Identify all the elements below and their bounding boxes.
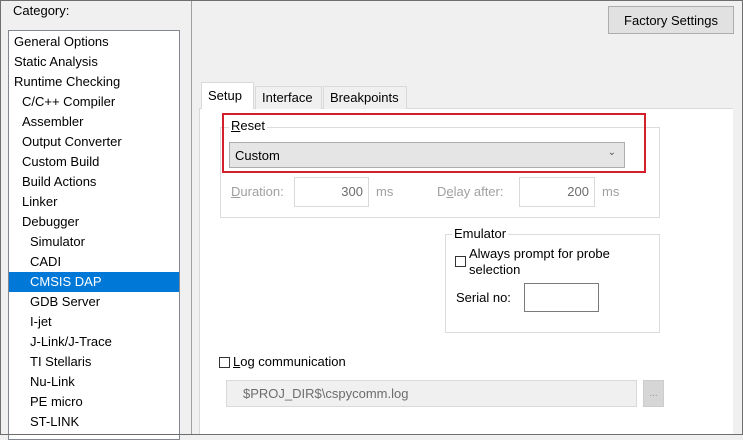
tab-interface[interactable]: Interface — [255, 86, 322, 109]
category-item-c-c-compiler[interactable]: C/C++ Compiler — [9, 92, 179, 112]
emulator-title: Emulator — [452, 226, 509, 241]
browse-button[interactable]: ... — [643, 380, 664, 407]
log-communication-label: Log communication — [233, 354, 346, 369]
category-item-simulator[interactable]: Simulator — [9, 232, 179, 252]
serial-no-label: Serial no: — [456, 290, 511, 305]
category-item-debugger[interactable]: Debugger — [9, 212, 179, 232]
category-label: Category: — [13, 3, 70, 18]
delay-unit: ms — [602, 184, 620, 199]
category-item-runtime-checking[interactable]: Runtime Checking — [9, 72, 179, 92]
delay-field[interactable]: 200 — [519, 177, 595, 207]
always-prompt-label-line2: selection — [469, 262, 521, 277]
category-item-st-link[interactable]: ST-LINK — [9, 412, 179, 432]
category-item-assembler[interactable]: Assembler — [9, 112, 179, 132]
tab-setup[interactable]: Setup — [201, 82, 254, 109]
category-item-static-analysis[interactable]: Static Analysis — [9, 52, 179, 72]
always-prompt-label-line1: Always prompt for probe — [469, 246, 610, 261]
category-item-gdb-server[interactable]: GDB Server — [9, 292, 179, 312]
duration-unit: ms — [376, 184, 394, 199]
category-item-build-actions[interactable]: Build Actions — [9, 172, 179, 192]
reset-highlight-box — [222, 113, 646, 173]
category-item-j-link-j-trace[interactable]: J-Link/J-Trace — [9, 332, 179, 352]
serial-no-input[interactable] — [524, 283, 599, 312]
duration-field[interactable]: 300 — [294, 177, 369, 207]
category-item-linker[interactable]: Linker — [9, 192, 179, 212]
log-path-input[interactable]: $PROJ_DIR$\cspycomm.log — [226, 380, 637, 407]
category-item-custom-build[interactable]: Custom Build — [9, 152, 179, 172]
category-item-general-options[interactable]: General Options — [9, 32, 179, 52]
category-item-i-jet[interactable]: I-jet — [9, 312, 179, 332]
delay-label: Delay after: — [437, 184, 504, 199]
factory-settings-button[interactable]: Factory Settings — [608, 6, 734, 34]
duration-label: Duration: — [231, 184, 284, 199]
category-item-ti-stellaris[interactable]: TI Stellaris — [9, 352, 179, 372]
category-item-cadi[interactable]: CADI — [9, 252, 179, 272]
category-item-nu-link[interactable]: Nu-Link — [9, 372, 179, 392]
category-list[interactable]: General Options Static Analysis Runtime Ch… — [8, 30, 180, 440]
log-communication-checkbox[interactable] — [219, 357, 230, 368]
tab-breakpoints[interactable]: Breakpoints — [323, 86, 407, 109]
category-item-output-converter[interactable]: Output Converter — [9, 132, 179, 152]
category-item-pe-micro[interactable]: PE micro — [9, 392, 179, 412]
always-prompt-checkbox[interactable] — [455, 256, 466, 267]
panel-divider — [191, 0, 192, 435]
category-item-cmsis-dap[interactable]: CMSIS DAP — [9, 272, 179, 292]
